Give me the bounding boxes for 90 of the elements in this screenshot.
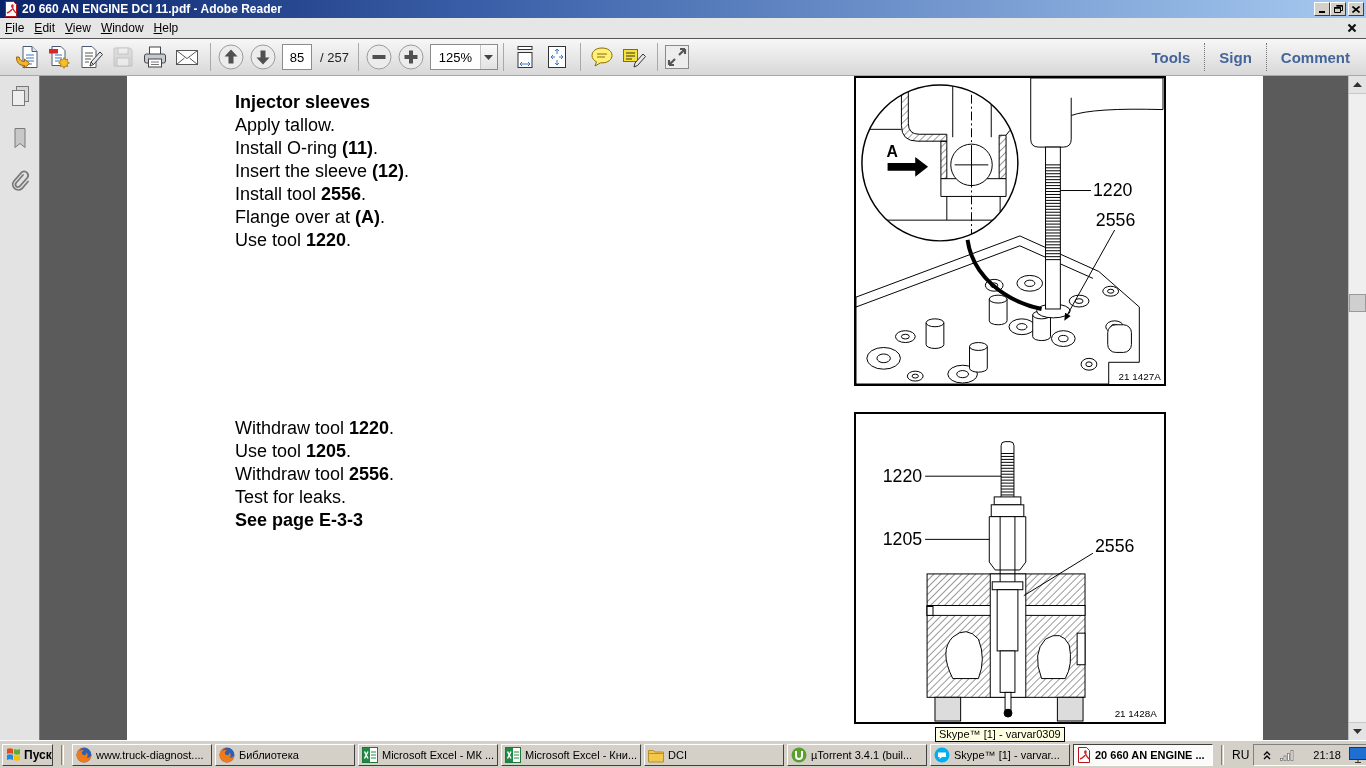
close-icon[interactable] xyxy=(1347,23,1357,33)
menu-item[interactable]: Window xyxy=(95,19,149,37)
spreadsheet-icon xyxy=(362,746,378,763)
document-gear-icon xyxy=(47,45,71,69)
instruction-text: Install tool 2556. xyxy=(235,183,367,206)
callout-label: 2556 xyxy=(1094,536,1135,557)
taskbar-button[interactable]: Библиотека xyxy=(215,743,355,766)
taskbar-button[interactable]: Microsoft Excel - МК ... xyxy=(358,743,498,766)
menu-item[interactable]: View xyxy=(60,19,96,37)
pane-button[interactable]: Comment xyxy=(1266,48,1364,66)
document-icon xyxy=(1077,746,1091,763)
print-icon xyxy=(143,45,167,69)
leader-line xyxy=(1023,552,1094,597)
instruction-text: Install O-ring (11). xyxy=(235,137,379,160)
instruction-text: Use tool 1205. xyxy=(235,440,352,463)
instruction-text: Withdraw tool 2556. xyxy=(235,463,395,486)
start-button[interactable]: Пуск xyxy=(2,743,53,766)
menu-item[interactable]: Help xyxy=(148,19,184,37)
leader-line xyxy=(924,538,990,540)
taskbar-button[interactable]: 20 660 AN ENGINE ... xyxy=(1073,743,1213,766)
close-button[interactable] xyxy=(1348,2,1364,16)
instruction-text: Apply tallow. xyxy=(235,114,336,137)
instruction-text: Withdraw tool 1220. xyxy=(235,417,395,440)
signal-bars-icon[interactable] xyxy=(1280,748,1296,761)
pane-button[interactable]: Sign xyxy=(1205,48,1266,66)
taskbar-button[interactable]: µTorrent 3.4.1 (buil... xyxy=(787,743,927,766)
chat-icon xyxy=(934,746,950,763)
zoom-dropdown-button[interactable] xyxy=(479,45,497,69)
expand-icon xyxy=(664,45,689,69)
instruction-text: Insert the sleeve (12). xyxy=(235,160,410,183)
window-title: 20 660 AN ENGINE DCI 11.pdf - Adobe Reader xyxy=(22,2,282,16)
circle-logo-icon xyxy=(791,746,807,763)
taskbar-button[interactable]: Microsoft Excel - Кни... xyxy=(501,743,641,766)
figure-code: 21 1427A xyxy=(1118,371,1161,383)
next-page-button[interactable] xyxy=(250,44,276,70)
page-count: / 257 xyxy=(320,49,349,65)
callout-label: 2556 xyxy=(1095,210,1136,231)
full-screen-button[interactable] xyxy=(664,45,689,69)
zoom-out-button[interactable] xyxy=(365,44,392,70)
instruction-text: Test for leaks. xyxy=(235,486,347,509)
document-icon xyxy=(4,1,18,17)
minimize-button[interactable] xyxy=(1314,2,1330,16)
scrollbar-thumb[interactable] xyxy=(1349,294,1366,312)
taskbar-button[interactable]: www.truck-diagnost.... xyxy=(72,743,212,766)
triangle-up-icon xyxy=(1353,82,1362,87)
globe-icon xyxy=(76,746,92,763)
print-button[interactable] xyxy=(141,43,169,71)
monitor-icon[interactable] xyxy=(1348,746,1366,763)
section-heading: Injector sleeves xyxy=(235,91,371,114)
globe-icon xyxy=(219,746,235,763)
zoom-field[interactable]: 125% xyxy=(429,44,498,70)
arrow-up-icon xyxy=(218,44,244,70)
instruction-text: Flange over at (A). xyxy=(235,206,386,229)
taskbar-button[interactable]: DCI xyxy=(644,743,784,766)
clock: 21:18 xyxy=(1313,748,1341,761)
leader-line xyxy=(1059,190,1092,192)
minus-icon xyxy=(365,44,392,70)
menu-item[interactable]: File xyxy=(0,19,30,37)
flag-icon xyxy=(6,747,21,762)
page-reference: See page E-3-3 xyxy=(235,509,364,532)
pane-button[interactable]: Tools xyxy=(1137,48,1205,66)
previous-page-button[interactable] xyxy=(218,44,244,70)
language-indicator[interactable]: RU xyxy=(1232,747,1250,762)
caret-icon xyxy=(484,54,494,60)
figure-code: 21 1428A xyxy=(1114,708,1157,720)
callout-label: A xyxy=(886,142,898,160)
document-pencil-icon xyxy=(79,45,103,69)
arrow-down-icon xyxy=(250,44,276,70)
callout-label: 1205 xyxy=(882,529,923,550)
instruction-text: Use tool 1220. xyxy=(235,229,352,252)
save-icon xyxy=(111,45,135,69)
close-icon xyxy=(1352,5,1360,13)
open-button[interactable] xyxy=(13,43,41,71)
scroll-down-button[interactable] xyxy=(1349,722,1366,740)
plus-icon xyxy=(397,44,424,70)
page-number-field[interactable]: 85 xyxy=(282,44,312,70)
callout-label: 1220 xyxy=(882,466,923,487)
triangle-down-icon xyxy=(1353,729,1362,734)
scroll-up-button[interactable] xyxy=(1349,76,1366,94)
menu-item[interactable]: Edit xyxy=(29,19,61,37)
taskbar-button[interactable]: Skype™ [1] - varvar... xyxy=(930,743,1070,766)
zoom-in-button[interactable] xyxy=(397,44,424,70)
tooltip: Skype™ [1] - varvar0309 xyxy=(935,727,1065,742)
document-arrow-icon xyxy=(15,45,39,69)
speech-bubble-icon xyxy=(589,45,614,69)
spreadsheet-icon xyxy=(505,746,521,763)
restore-icon xyxy=(1333,5,1343,13)
callout-label: 1220 xyxy=(1092,180,1133,201)
restore-button[interactable] xyxy=(1330,2,1346,16)
pointer-arrow xyxy=(887,156,929,177)
